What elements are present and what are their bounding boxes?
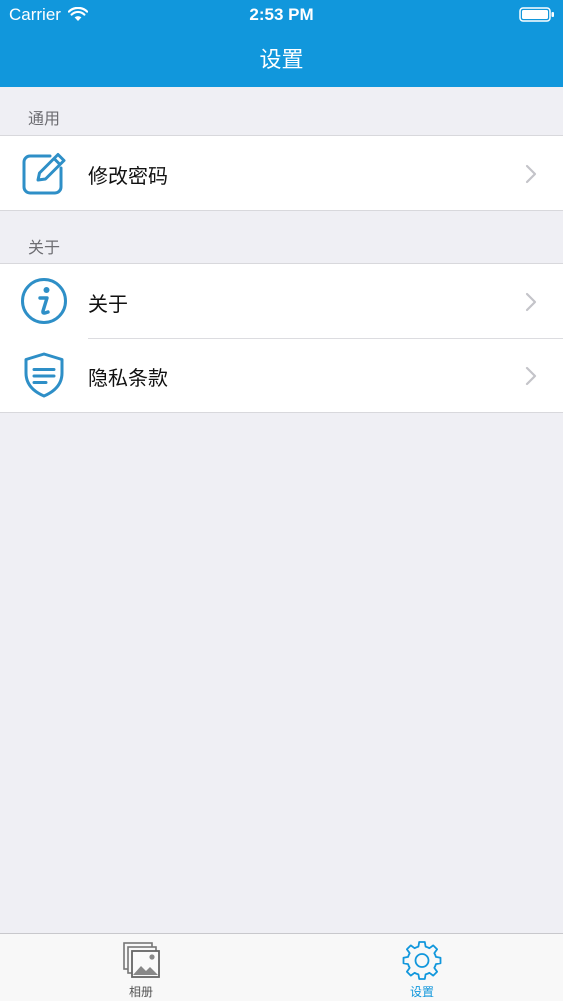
chevron-right-icon	[525, 366, 537, 386]
settings-group-about: 关于 隐私条款	[0, 263, 563, 413]
section-header-about: 关于	[28, 238, 61, 257]
chevron-right-icon	[525, 164, 537, 184]
gear-icon	[402, 941, 442, 980]
settings-row-privacy[interactable]: 隐私条款	[0, 338, 563, 412]
battery-icon	[519, 7, 554, 22]
tab-label: 相册	[128, 985, 153, 999]
tab-label: 设置	[409, 985, 434, 999]
tab-settings[interactable]: 设置	[352, 934, 492, 1001]
edit-icon	[22, 153, 66, 195]
navigation-header: Carrier 2:53 PM 设置	[0, 0, 563, 87]
settings-row-label: 修改密码	[88, 164, 168, 188]
shield-icon	[24, 352, 64, 398]
status-time: 2:53 PM	[249, 5, 314, 24]
photo-album-icon	[123, 942, 160, 978]
settings-row-change-password[interactable]: 修改密码	[0, 136, 563, 210]
settings-group-general: 修改密码	[0, 135, 563, 211]
tab-photo-album[interactable]: 相册	[71, 934, 211, 1001]
section-header-general: 通用	[28, 109, 61, 128]
chevron-right-icon	[525, 292, 537, 312]
tab-bar: 相册 设置	[0, 933, 563, 1001]
page-title: 设置	[259, 48, 304, 73]
status-bar: Carrier 2:53 PM	[0, 0, 563, 30]
settings-row-about[interactable]: 关于	[0, 264, 563, 338]
settings-row-label: 关于	[88, 292, 128, 316]
info-icon	[21, 278, 67, 324]
settings-row-label: 隐私条款	[88, 366, 168, 390]
